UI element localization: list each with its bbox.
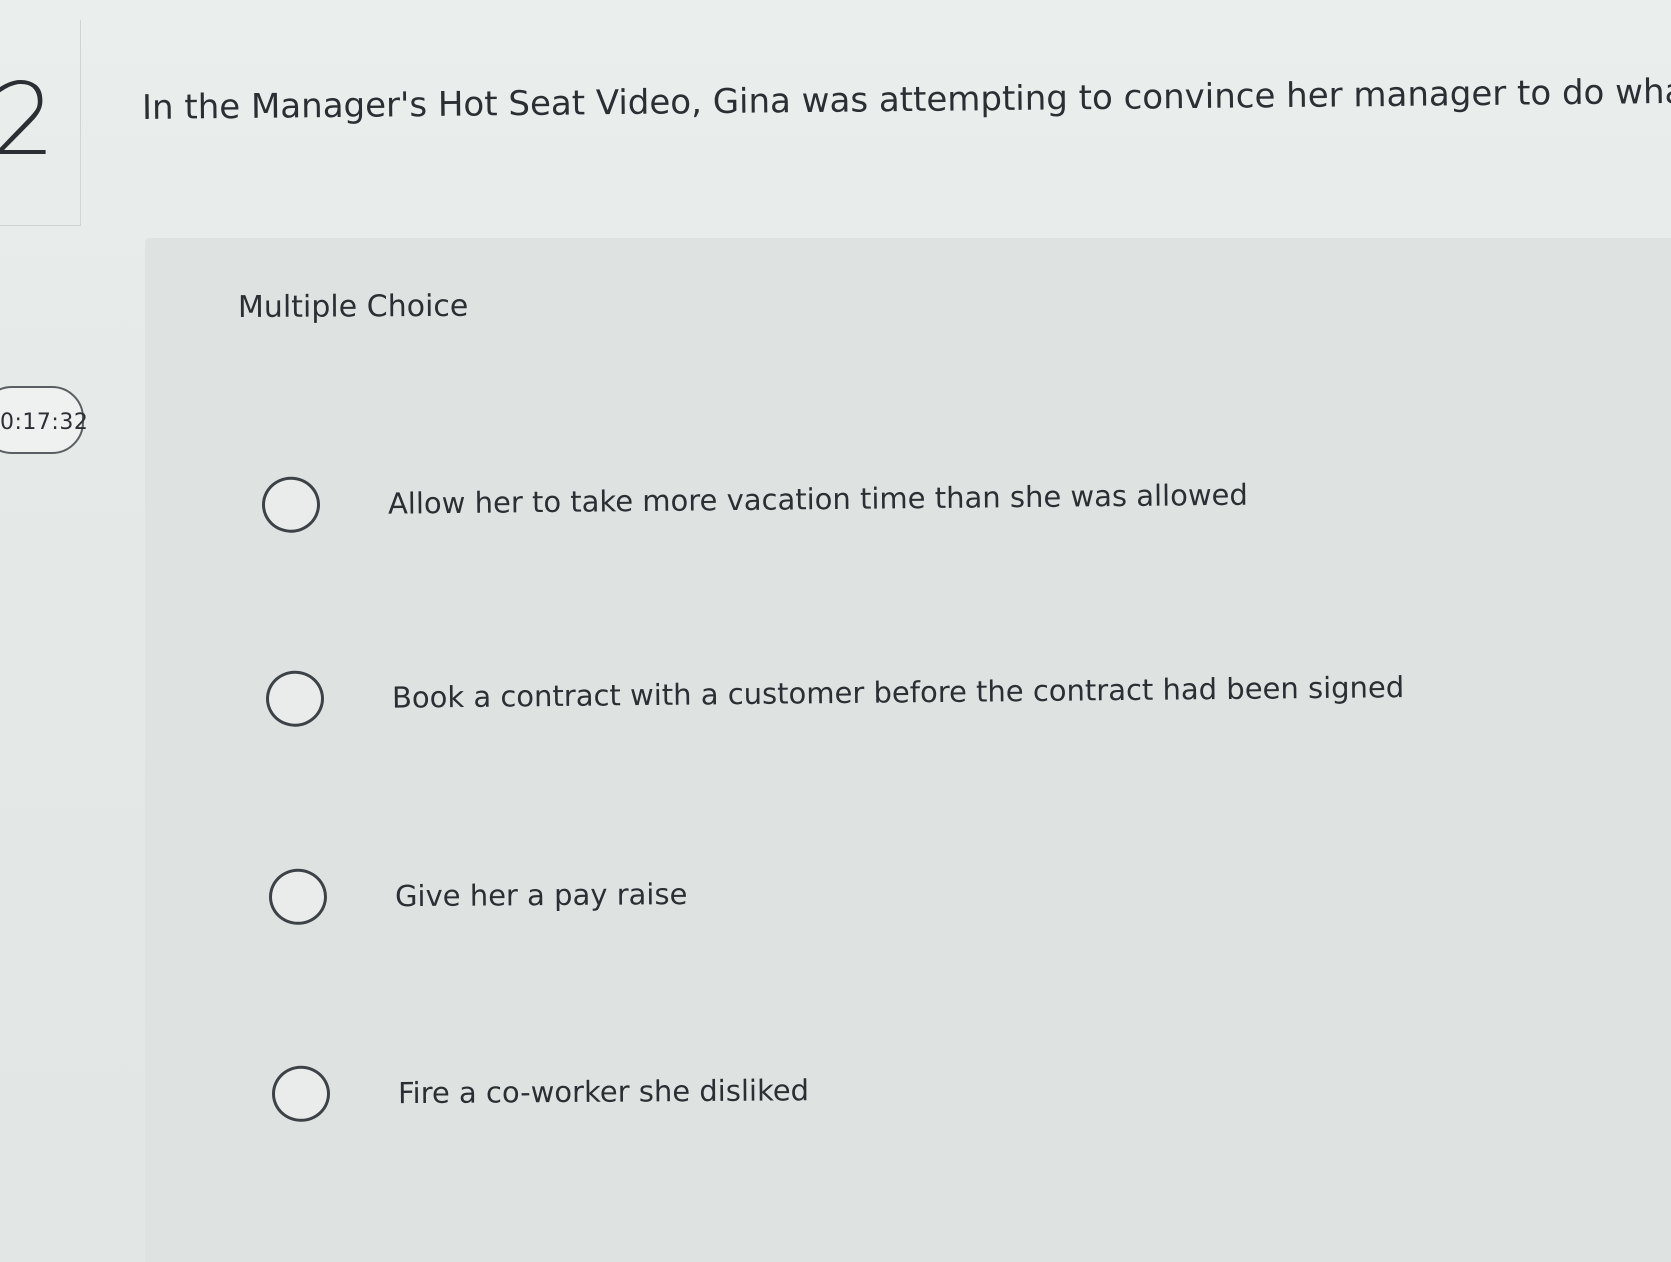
question-number: 2 [0,61,56,178]
answer-option[interactable]: Allow her to take more vacation time tha… [261,463,1248,537]
answer-option[interactable]: Fire a co-worker she disliked [271,1058,810,1126]
radio-button-icon[interactable] [265,670,325,727]
section-label: Multiple Choice [237,288,469,325]
answer-option-label: Fire a co-worker she disliked [397,1073,810,1111]
quiz-page: 2 In the Manager's Hot Seat Video, Gina … [0,0,1671,1262]
radio-button-icon[interactable] [271,1065,331,1122]
answer-option[interactable]: Give her a pay raise [268,862,688,929]
question-text: In the Manager's Hot Seat Video, Gina wa… [141,71,1671,128]
answer-option-label: Allow her to take more vacation time tha… [387,477,1248,521]
radio-button-icon[interactable] [268,868,328,925]
answer-option[interactable]: Book a contract with a customer before t… [265,655,1405,731]
radio-button-icon[interactable] [261,476,321,533]
answer-option-label: Book a contract with a customer before t… [391,670,1405,715]
answer-option-label: Give her a pay raise [394,877,688,914]
timer-text: 0:17:32 [0,410,89,435]
